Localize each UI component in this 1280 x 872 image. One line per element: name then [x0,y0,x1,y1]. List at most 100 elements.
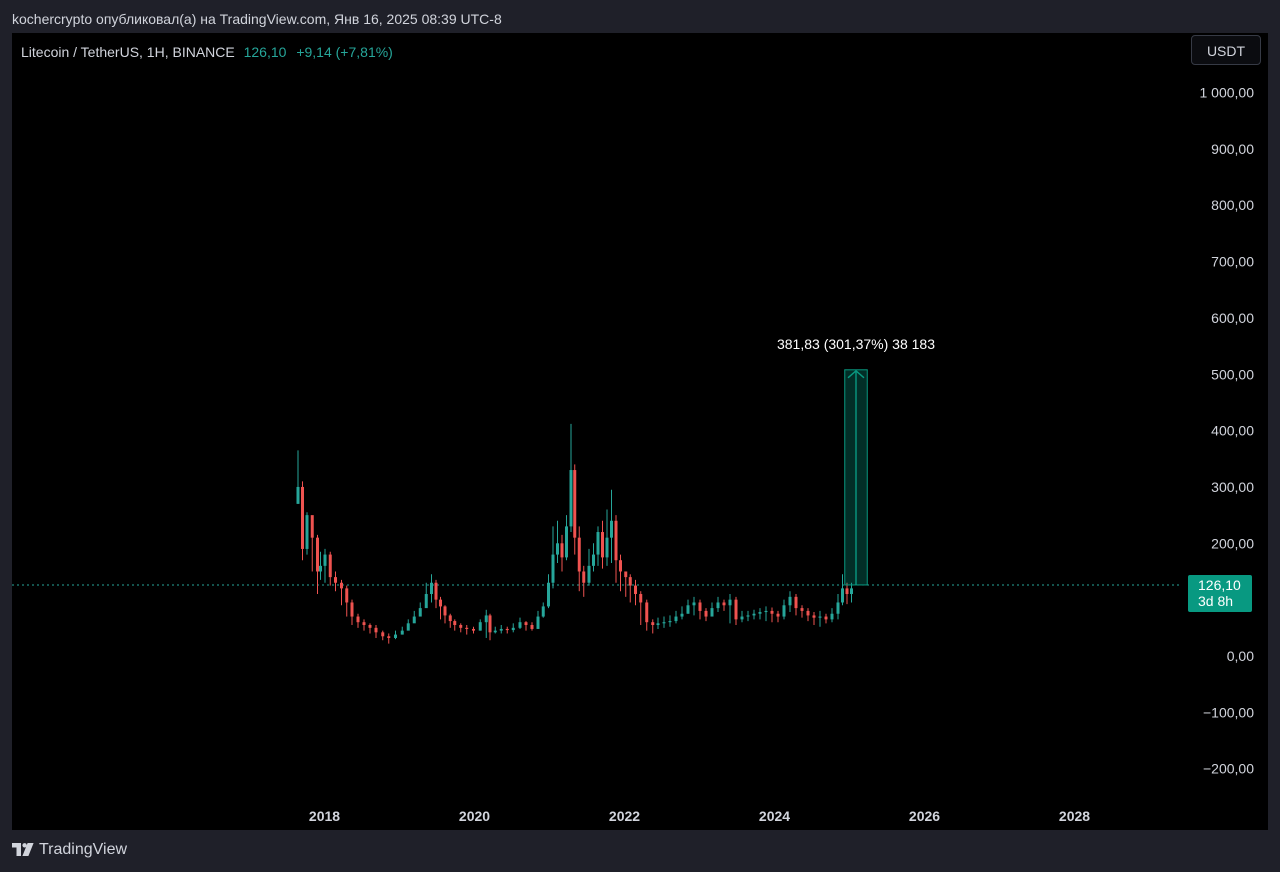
candle [587,548,591,586]
candle [680,606,684,620]
candle [511,623,515,633]
candle-body [758,612,762,614]
candle [493,626,497,634]
candle-body [518,622,522,628]
current-price-marker: 126,10 3d 8h [1188,574,1252,612]
candle [605,509,609,566]
tradingview-logo[interactable]: TradingView [12,841,127,859]
price-axis[interactable]: 1 000,00 900,00 800,00 700,00 600,00 500,00 40… [1200,85,1255,777]
candle-body [674,616,678,622]
chart-panel[interactable]: 381,83 (301,37%) 38 183 1 000,00 900,00 80… [12,33,1268,830]
candle [434,579,438,609]
candle-body [639,594,643,603]
candle-body [569,470,573,527]
candle-body [368,625,372,628]
candle-body [412,616,416,624]
candle [296,450,300,504]
candle-body [614,520,618,561]
candle-body [587,565,591,583]
candle [541,602,545,618]
candle-body [722,602,726,606]
y-tick-label: 500,00 [1211,366,1254,382]
candle-body [628,577,632,586]
symbol-legend[interactable]: Litecoin / TetherUS, 1H, BINANCE 126,10 … [21,44,393,60]
candle-body [524,622,528,626]
candle-body [704,610,708,617]
candle [488,613,492,641]
candle-body [800,608,804,611]
candle-body [645,602,649,623]
candle [551,526,555,589]
candle [651,619,655,634]
candle-body [734,599,738,620]
symbol-price: 126,10 [243,44,287,60]
y-tick-label: 400,00 [1211,423,1254,439]
candle-body [836,602,840,614]
candle [824,613,828,624]
currency-button[interactable]: USDT [1191,35,1261,65]
candle-body [782,605,786,617]
candle-body [560,543,564,558]
candle [818,610,822,627]
y-tick-label: 200,00 [1211,535,1254,551]
candle [830,608,834,623]
candle [374,625,378,638]
candle-body [573,470,577,538]
candle [406,619,410,631]
x-tick-label: 2024 [759,808,790,824]
candle-body [430,582,433,595]
candle [782,599,786,620]
candle [619,554,622,592]
candle-body [662,622,666,624]
candle-body [406,623,410,631]
y-tick-label: 800,00 [1211,197,1254,213]
price-chart[interactable]: 381,83 (301,37%) 38 183 1 000,00 900,00 80… [12,33,1268,830]
candle [556,520,559,564]
candle-body [710,608,714,617]
candle-body [776,613,780,617]
candle-body [596,532,600,555]
candle-body [818,616,822,618]
candle-body [340,582,343,589]
candle [412,610,416,624]
candle [305,512,309,555]
candle-body [565,526,568,558]
candle [536,610,540,629]
candle-body [850,588,853,595]
candle [499,625,503,634]
x-tick-label: 2026 [909,808,940,824]
y-tick-label: −200,00 [1203,761,1254,777]
candle-body [334,577,337,583]
candle-body [478,622,482,631]
candle-body [841,588,844,603]
candle-body [439,599,442,607]
candle [472,626,475,634]
candle-body [484,615,488,623]
candle [800,605,804,618]
candle [387,633,391,644]
y-tick-label: 900,00 [1211,141,1254,157]
candle-body [316,537,319,572]
candle [443,605,447,624]
candle-body [345,588,349,603]
candle [645,599,649,631]
candle-body [472,628,475,631]
candle-body [434,582,438,600]
candle-body [577,537,581,572]
candle-body [362,622,366,626]
candle-body [634,585,637,595]
time-axis[interactable]: 2018 2020 2022 2024 2026 2028 [12,802,1268,824]
candle-body [619,560,622,572]
measure-tool[interactable]: 381,83 (301,37%) 38 183 [777,336,935,586]
candle [770,607,774,623]
candle-body [830,613,834,620]
candle-body [746,615,750,617]
candle [582,565,586,597]
candle [698,599,702,620]
candle [788,591,792,613]
symbol-name: Litecoin / TetherUS, 1H, BINANCE [21,44,235,60]
candle [381,630,385,641]
candle-body [698,602,702,611]
candle [722,599,726,611]
candle-body [536,616,540,629]
